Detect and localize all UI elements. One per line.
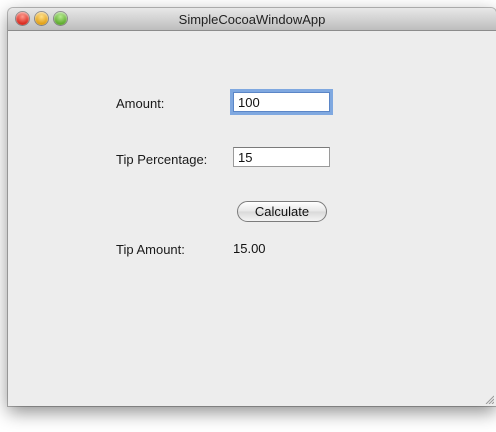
amount-label: Amount: [116, 96, 165, 111]
tip-amount-label: Tip Amount: [116, 242, 185, 257]
app-window: SimpleCocoaWindowApp Amount: Tip Percent… [8, 8, 496, 406]
tip-amount-value: 15.00 [233, 241, 266, 256]
title-bar[interactable]: SimpleCocoaWindowApp [8, 8, 496, 31]
tip-percentage-label: Tip Percentage: [116, 152, 208, 167]
calculate-button[interactable]: Calculate [237, 201, 327, 222]
window-title: SimpleCocoaWindowApp [178, 12, 326, 27]
amount-field[interactable] [233, 92, 330, 112]
tip-percentage-field[interactable] [233, 147, 330, 167]
resize-grip-icon[interactable] [484, 394, 494, 404]
